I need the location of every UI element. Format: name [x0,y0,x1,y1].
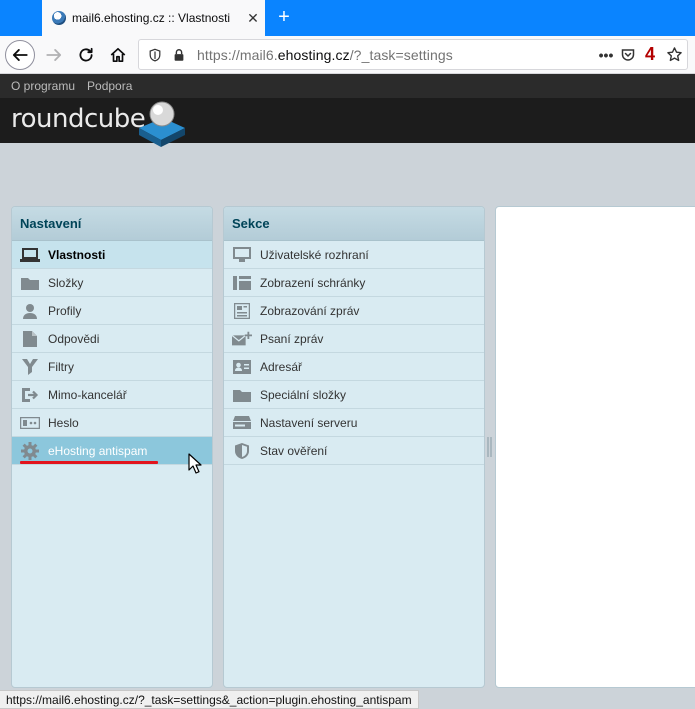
server-icon [232,415,252,431]
settings-item-label: eHosting antispam [48,443,148,458]
roundcube-logo-icon[interactable] [137,100,187,148]
app-header: roundcube [0,98,695,147]
settings-item-odpovedi[interactable]: Odpovědi [12,325,212,353]
section-item-label: Psaní zpráv [260,331,324,346]
url-suffix: /?_task=settings [349,46,453,63]
mouse-cursor-icon [188,453,202,474]
document-icon [20,330,40,347]
monitor-icon [232,246,252,263]
reload-button[interactable] [71,40,101,70]
highlight-underline [20,461,158,464]
arrow-right-icon [46,49,62,61]
section-item-server-settings[interactable]: Nastavení serveru [224,409,484,437]
section-item-label: Zobrazení schránky [260,275,366,290]
extension-badge[interactable]: 4 [639,44,661,65]
gear-icon [20,441,40,460]
section-item-label: Adresář [260,359,303,374]
settings-item-label: Filtry [48,359,74,374]
home-button[interactable] [103,40,133,70]
section-item-label: Uživatelské rozhraní [260,247,369,262]
settings-item-label: Odpovědi [48,331,100,346]
message-view-icon [232,302,252,319]
top-nav: O programu Podpora [0,74,695,98]
forward-button[interactable] [39,40,69,70]
roundcube-logo-text[interactable]: roundcube [11,104,146,134]
bookmark-star-icon[interactable] [661,46,687,63]
browser-status-url: https://mail6.ehosting.cz/?_task=setting… [0,690,419,709]
browser-toolbar: https://mail6.ehosting.cz/?_task=setting… [0,36,695,74]
about-link[interactable]: O programu [11,79,75,93]
home-icon [110,47,126,63]
tracking-shield-icon[interactable] [147,47,163,63]
settings-item-slozky[interactable]: Složky [12,269,212,297]
mailbox-layout-icon [232,275,252,291]
laptop-icon [20,247,40,263]
reload-icon [79,47,93,62]
sections-panel: Sekce Uživatelské rozhraní Zobrazení sch… [223,206,485,688]
tab-title: mail6.ehosting.cz :: Vlastnosti [72,11,231,25]
pocket-icon[interactable] [617,47,639,63]
settings-item-mimo-kancelar[interactable]: Mimo-kancelář [12,381,212,409]
settings-panel-title: Nastavení [12,207,212,241]
browser-tabstrip: mail6.ehosting.cz :: Vlastnosti ✕ + [0,0,695,36]
sections-panel-title: Sekce [224,207,484,241]
browser-tab[interactable]: mail6.ehosting.cz :: Vlastnosti ✕ [42,0,265,36]
url-host: ehosting.cz [277,46,350,63]
filter-icon [20,358,40,375]
settings-item-vlastnosti[interactable]: Vlastnosti [12,241,212,269]
section-item-label: Speciální složky [260,387,347,402]
section-item-label: Nastavení serveru [260,415,358,430]
settings-item-label: Složky [48,275,84,290]
roundcube-favicon-icon [52,11,66,25]
new-tab-button[interactable]: + [272,5,296,29]
arrow-left-icon [12,49,28,61]
settings-item-heslo[interactable]: Heslo [12,409,212,437]
folder-icon [232,387,252,403]
back-button[interactable] [5,40,35,70]
settings-item-label: Profily [48,303,82,318]
settings-item-ehosting-antispam[interactable]: eHosting antispam [12,437,212,465]
section-item-message-view[interactable]: Zobrazování zpráv [224,297,484,325]
exit-icon [20,387,40,403]
settings-item-profily[interactable]: Profily [12,297,212,325]
url-text: https://mail6.ehosting.cz/?_task=setting… [197,47,595,63]
support-link[interactable]: Podpora [87,79,132,93]
folder-icon [20,275,40,291]
settings-item-label: Mimo-kancelář [48,387,127,402]
password-icon [20,415,40,431]
section-item-mailbox-view[interactable]: Zobrazení schránky [224,269,484,297]
tab-close-icon[interactable]: ✕ [241,10,265,27]
content-panel [495,206,695,688]
compose-icon [232,331,252,347]
section-item-special-folders[interactable]: Speciální složky [224,381,484,409]
section-item-label: Zobrazování zpráv [260,303,360,318]
addressbook-icon [232,359,252,375]
section-item-label: Stav ověření [260,443,328,458]
user-icon [20,303,40,319]
url-prefix: https://mail6. [197,46,278,63]
section-item-auth-status[interactable]: Stav ověření [224,437,484,465]
settings-panel: Nastavení Vlastnosti Složky Profily Odpo… [11,206,213,688]
settings-item-filtry[interactable]: Filtry [12,353,212,381]
section-item-compose[interactable]: Psaní zpráv [224,325,484,353]
address-bar[interactable]: https://mail6.ehosting.cz/?_task=setting… [138,39,688,70]
settings-item-label: Heslo [48,415,79,430]
shield-icon [232,442,252,459]
panel-splitter-handle[interactable] [487,437,492,457]
lock-icon[interactable] [171,47,187,63]
page-actions-icon[interactable]: ••• [595,47,617,63]
section-item-user-interface[interactable]: Uživatelské rozhraní [224,241,484,269]
section-item-addressbook[interactable]: Adresář [224,353,484,381]
settings-item-label: Vlastnosti [48,247,106,262]
